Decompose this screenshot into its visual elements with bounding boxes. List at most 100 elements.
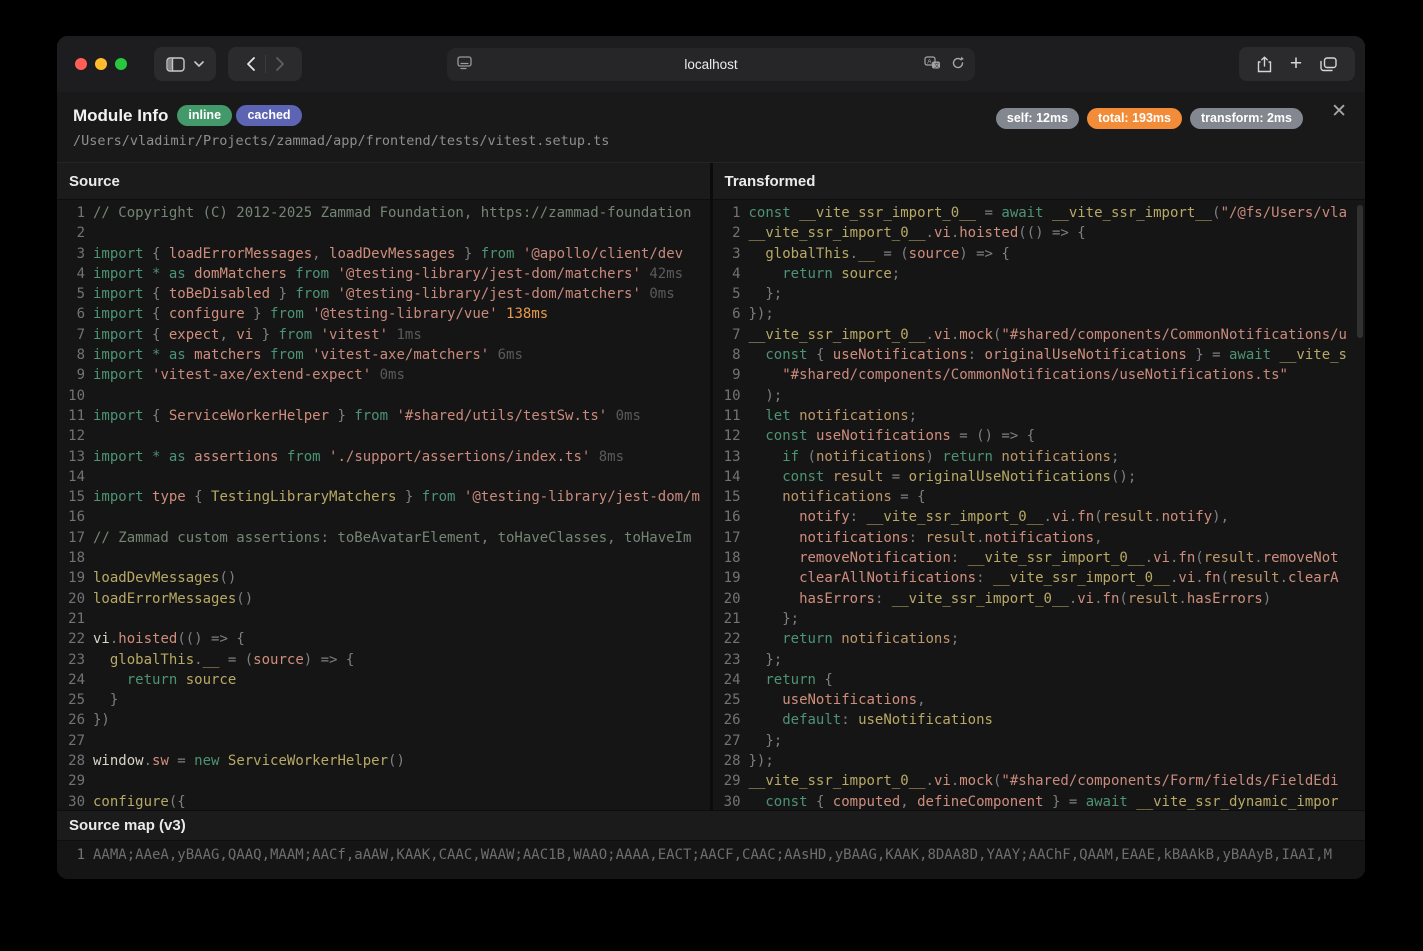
code-line: 10 — [57, 386, 710, 406]
code-line: 17 notifications: result.notifications, — [713, 528, 1366, 548]
line-number: 1 — [57, 845, 85, 865]
transformed-pane-title: Transformed — [713, 163, 1366, 200]
code-line: 2 — [57, 223, 710, 243]
new-tab-icon[interactable]: + — [1290, 53, 1302, 74]
code-line: 23 globalThis.__ = (source) => { — [57, 650, 710, 670]
line-number: 27 — [713, 731, 741, 751]
code-line: 20loadErrorMessages() — [57, 589, 710, 609]
source-code[interactable]: 1// Copyright (C) 2012-2025 Zammad Found… — [57, 200, 710, 810]
code-line: 5import { toBeDisabled } from '@testing-… — [57, 284, 710, 304]
code-line: 25 useNotifications, — [713, 690, 1366, 710]
code-line: 3 globalThis.__ = (source) => { — [713, 244, 1366, 264]
line-number: 11 — [57, 406, 85, 426]
code-line: 5 }; — [713, 284, 1366, 304]
module-badge: inline — [177, 105, 232, 126]
code-line: 16 notify: __vite_ssr_import_0__.vi.fn(r… — [713, 507, 1366, 527]
line-number: 6 — [713, 304, 741, 324]
code-line: 9import 'vitest-axe/extend-expect' 0ms — [57, 365, 710, 385]
sidebar-icon[interactable] — [166, 57, 185, 72]
back-button[interactable] — [246, 57, 255, 71]
line-number: 28 — [713, 751, 741, 771]
close-icon[interactable]: ✕ — [1331, 102, 1347, 121]
sourcemap-title: Source map (v3) — [57, 810, 1365, 841]
close-window-button[interactable] — [75, 58, 87, 70]
zoom-window-button[interactable] — [115, 58, 127, 70]
code-line: 7__vite_ssr_import_0__.vi.mock("#shared/… — [713, 325, 1366, 345]
page-icon[interactable] — [457, 56, 472, 73]
code-line: 24 return { — [713, 670, 1366, 690]
sidebar-toggle-group — [154, 47, 216, 81]
code-line: 4import * as domMatchers from '@testing-… — [57, 264, 710, 284]
line-number: 12 — [57, 426, 85, 446]
transformed-code[interactable]: 1const __vite_ssr_import_0__ = await __v… — [713, 200, 1366, 810]
code-line: 3import { loadErrorMessages, loadDevMess… — [57, 244, 710, 264]
line-number: 9 — [713, 365, 741, 385]
line-number: 5 — [57, 284, 85, 304]
line-number: 4 — [713, 264, 741, 284]
line-number: 18 — [57, 548, 85, 568]
reload-icon[interactable] — [951, 56, 965, 73]
line-number: 11 — [713, 406, 741, 426]
code-line: 21 — [57, 609, 710, 629]
line-number: 15 — [713, 487, 741, 507]
code-line: 19 clearAllNotifications: __vite_ssr_imp… — [713, 568, 1366, 588]
code-line: 1// Copyright (C) 2012-2025 Zammad Found… — [57, 203, 710, 223]
line-number: 30 — [57, 792, 85, 810]
line-number: 7 — [57, 325, 85, 345]
line-number: 27 — [57, 731, 85, 751]
module-path: /Users/vladimir/Projects/zammad/app/fron… — [73, 133, 1349, 149]
code-line: 18 removeNotification: __vite_ssr_import… — [713, 548, 1366, 568]
sourcemap-body: 1 AAMA;AAeA,yBAAG,QAAQ,MAAM;AACf,aAAW,KA… — [57, 841, 1365, 879]
line-number: 29 — [713, 771, 741, 791]
line-number: 15 — [57, 487, 85, 507]
chevron-down-icon[interactable] — [194, 61, 204, 67]
line-number: 8 — [57, 345, 85, 365]
svg-text:文: 文 — [934, 61, 940, 69]
address-bar[interactable]: localhost A文 — [447, 48, 975, 81]
line-number: 13 — [57, 447, 85, 467]
code-line: 27 — [57, 731, 710, 751]
tab-overview-icon[interactable] — [1320, 57, 1337, 72]
code-line: 21 }; — [713, 609, 1366, 629]
line-number: 14 — [713, 467, 741, 487]
code-line: 24 return source — [57, 670, 710, 690]
line-number: 12 — [713, 426, 741, 446]
translate-icon[interactable]: A文 — [924, 56, 941, 73]
line-number: 8 — [713, 345, 741, 365]
line-number: 25 — [713, 690, 741, 710]
line-number: 3 — [713, 244, 741, 264]
code-line: 13 if (notifications) return notificatio… — [713, 447, 1366, 467]
code-line: 8 const { useNotifications: originalUseN… — [713, 345, 1366, 365]
traffic-lights — [75, 58, 127, 70]
code-line: 12 — [57, 426, 710, 446]
line-number: 14 — [57, 467, 85, 487]
source-pane-title: Source — [57, 163, 710, 200]
line-number: 28 — [57, 751, 85, 771]
code-line: 27 }; — [713, 731, 1366, 751]
module-info-header: Module Info inline cached /Users/vladimi… — [57, 92, 1365, 163]
line-number: 20 — [57, 589, 85, 609]
code-line: 23 }; — [713, 650, 1366, 670]
code-line: 14 const result = originalUseNotificatio… — [713, 467, 1366, 487]
line-number: 10 — [713, 386, 741, 406]
share-icon[interactable] — [1257, 56, 1272, 73]
line-number: 9 — [57, 365, 85, 385]
vertical-scrollbar[interactable] — [1357, 205, 1363, 338]
code-line: 8import * as matchers from 'vitest-axe/m… — [57, 345, 710, 365]
code-line: 16 — [57, 507, 710, 527]
code-line: 22vi.hoisted(() => { — [57, 629, 710, 649]
module-badges: inline cached — [177, 105, 301, 126]
code-line: 25 } — [57, 690, 710, 710]
source-pane: Source 1// Copyright (C) 2012-2025 Zamma… — [57, 163, 710, 810]
timing-badge: self: 12ms — [996, 108, 1079, 129]
nav-divider — [265, 55, 266, 73]
line-number: 17 — [713, 528, 741, 548]
transformed-pane: Transformed 1const __vite_ssr_import_0__… — [713, 163, 1366, 810]
code-line: 17// Zammad custom assertions: toBeAvata… — [57, 528, 710, 548]
module-badge: cached — [236, 105, 301, 126]
forward-button[interactable] — [276, 57, 285, 71]
minimize-window-button[interactable] — [95, 58, 107, 70]
line-number: 10 — [57, 386, 85, 406]
code-line: 4 return source; — [713, 264, 1366, 284]
code-line: 15import type { TestingLibraryMatchers }… — [57, 487, 710, 507]
